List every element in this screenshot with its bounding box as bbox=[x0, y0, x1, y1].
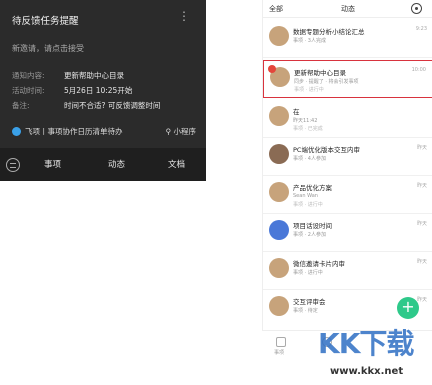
settings-icon[interactable] bbox=[411, 3, 422, 14]
list-item[interactable]: 在 昨天11:42 事项 · 已完成 bbox=[263, 100, 432, 138]
card-footer[interactable]: 飞项丨事项协作日历清单待办 bbox=[12, 126, 123, 137]
list-item[interactable]: 微信邀请卡片内审 事项 · 进行中 昨天 bbox=[263, 252, 432, 290]
avatar bbox=[269, 258, 289, 278]
avatar bbox=[269, 220, 289, 240]
avatar bbox=[269, 144, 289, 164]
list-item[interactable]: 项目话设时间 事项 · 2人参加 昨天 bbox=[263, 214, 432, 252]
more-vertical-icon[interactable]: ⋮ bbox=[178, 10, 190, 22]
card-subtitle: 新邀请，请点击接受 bbox=[12, 44, 84, 53]
tab-wendang[interactable]: 文档 bbox=[168, 158, 185, 170]
mini-program-link[interactable]: ⚲ 小程序 bbox=[166, 126, 196, 137]
tasks-tab-icon[interactable] bbox=[276, 337, 286, 347]
phone-title: 动态 bbox=[341, 5, 355, 13]
card-title: 待反馈任务提醒 bbox=[12, 16, 79, 27]
row-time: 活动时间: 5月26日 10:25开始 bbox=[12, 86, 133, 95]
notification-card[interactable]: 待反馈任务提醒 ⋮ 新邀请，请点击接受 通知内容: 更新帮助中心目录 活动时间:… bbox=[0, 0, 206, 181]
keyboard-icon[interactable] bbox=[6, 157, 20, 172]
avatar bbox=[269, 106, 289, 126]
avatar bbox=[269, 26, 289, 46]
unread-badge bbox=[268, 65, 276, 73]
list-item[interactable]: 数据专题分析小结论汇总 事项 · 3人完成 9:23 bbox=[263, 20, 432, 58]
watermark-url: www.kkx.net bbox=[330, 366, 404, 377]
tab-dongtai[interactable]: 动态 bbox=[108, 158, 125, 170]
avatar bbox=[269, 296, 289, 316]
filter-all[interactable]: 全部 bbox=[269, 4, 283, 14]
row-content: 通知内容: 更新帮助中心目录 bbox=[12, 71, 124, 80]
list-item-highlighted[interactable]: 更新帮助中心目录 同步 · 提醒了 · 将会引发事项 事项 · 进行中 10:0… bbox=[263, 60, 432, 98]
link-icon: ⚲ bbox=[165, 127, 172, 136]
tab-shixiang[interactable]: 事项 bbox=[44, 158, 61, 170]
phone-header: 全部 动态 bbox=[263, 0, 432, 18]
avatar bbox=[269, 182, 289, 202]
watermark-logo: KK下载 bbox=[318, 327, 414, 360]
add-button[interactable]: + bbox=[397, 297, 419, 319]
list-item[interactable]: PC端优化版本交互内审 事项 · 4人参加 昨天 bbox=[263, 138, 432, 176]
row-note: 备注: 时间不合适? 可反馈调整时间 bbox=[12, 101, 161, 110]
app-logo-icon bbox=[12, 127, 21, 136]
list-item[interactable]: 产品优化方案 Sean Wan 事项 · 进行中 昨天 bbox=[263, 176, 432, 214]
